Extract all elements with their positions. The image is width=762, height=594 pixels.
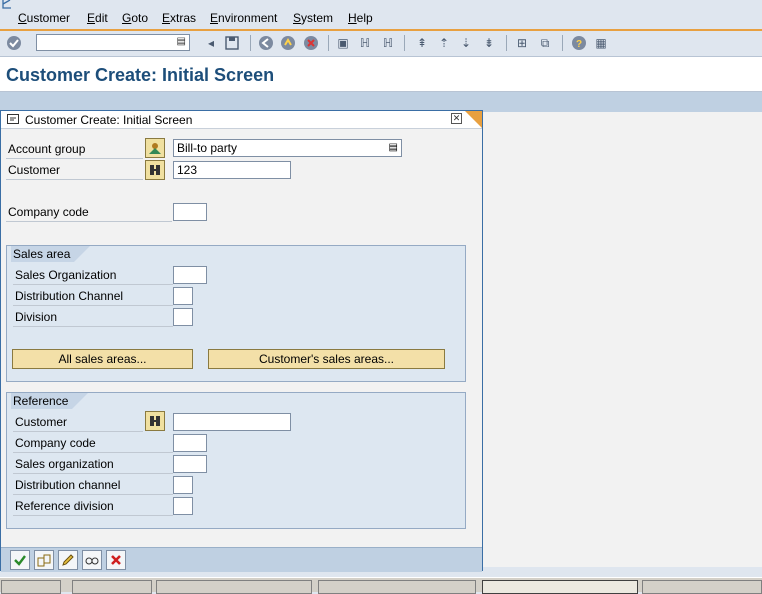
help-icon[interactable]: ? (571, 35, 587, 51)
distribution-channel-input[interactable] (173, 287, 193, 305)
ref-customer-input[interactable] (173, 413, 291, 431)
exit-icon[interactable] (280, 35, 296, 51)
company-code-label: Company code (6, 202, 172, 222)
close-icon[interactable]: ✕ (451, 113, 462, 124)
find-icon[interactable]: ℍ (357, 35, 373, 51)
command-field[interactable]: ▤ (36, 34, 190, 51)
customer-value: 123 (177, 163, 198, 177)
toolbar-separator (506, 35, 507, 51)
taskbar-item[interactable] (642, 580, 762, 594)
application-toolbar (0, 92, 762, 112)
sap-window-icon[interactable] (2, 0, 16, 10)
back-icon[interactable] (258, 35, 274, 51)
distribution-channel-label: Distribution Channel (13, 286, 173, 306)
ref-division-label: Reference division (13, 496, 173, 516)
title-bar: Customer Create: Initial Screen (0, 57, 762, 92)
toolbar-separator (562, 35, 563, 51)
create-session-icon[interactable]: ⊞ (514, 35, 530, 51)
sales-area-title: Sales area (11, 246, 91, 262)
glasses-icon[interactable] (82, 550, 102, 570)
start-button[interactable] (1, 580, 61, 594)
account-group-label: Account group (6, 139, 143, 159)
dropdown-icon[interactable]: ▤ (177, 36, 186, 47)
enter-icon[interactable] (6, 35, 22, 51)
menu-goto[interactable]: Goto (122, 11, 148, 25)
ref-company-code-label: Company code (13, 433, 173, 453)
dialog-button-bar (1, 547, 482, 572)
toolbar-separator (250, 35, 251, 51)
cancel-icon[interactable] (106, 550, 126, 570)
ref-sales-organization-label: Sales organization (13, 454, 173, 474)
reference-title: Reference (11, 393, 89, 409)
account-group-select[interactable]: Bill-to party ▤ (173, 139, 402, 157)
dialog-corner-decoration (465, 111, 482, 128)
ref-distribution-channel-label: Distribution channel (13, 475, 173, 495)
taskbar-item[interactable] (482, 580, 638, 594)
page-title: Customer Create: Initial Screen (6, 65, 275, 85)
ref-sales-organization-input[interactable] (173, 455, 207, 473)
reference-group: Reference Customer Company code Sales or… (6, 392, 466, 529)
choose-icon[interactable] (34, 550, 54, 570)
ref-distribution-channel-input[interactable] (173, 476, 193, 494)
standard-toolbar: ▤ ◂ ▣ ℍ ℍ ⇞ ⇡ ⇣ ⇟ ⊞ ⧉ ? ▦ (0, 31, 762, 57)
taskbar-item[interactable] (318, 580, 476, 594)
toolbar-separator (328, 35, 329, 51)
dialog-titlebar: Customer Create: Initial Screen ✕ (1, 111, 482, 129)
toolbar-separator (404, 35, 405, 51)
quick-launch[interactable] (72, 580, 152, 594)
menu-extras[interactable]: Extras (162, 11, 196, 25)
account-group-search-icon[interactable] (145, 138, 165, 158)
menu-help[interactable]: Help (348, 11, 373, 25)
ref-customer-label: Customer (13, 412, 143, 432)
first-page-icon[interactable]: ⇞ (414, 35, 430, 51)
division-input[interactable] (173, 308, 193, 326)
cancel-icon[interactable] (303, 35, 319, 51)
dropdown-icon[interactable]: ▤ (389, 140, 398, 156)
division-label: Division (13, 307, 173, 327)
edit-icon[interactable] (58, 550, 78, 570)
shortcut-icon[interactable]: ⧉ (537, 35, 553, 51)
ref-customer-search-icon[interactable] (145, 411, 165, 431)
os-taskbar (0, 577, 762, 594)
sales-organization-input[interactable] (173, 266, 207, 284)
menu-system[interactable]: System (293, 11, 333, 25)
continue-icon[interactable] (10, 550, 30, 570)
dialog-title: Customer Create: Initial Screen (25, 113, 193, 127)
customer-label: Customer (6, 160, 143, 180)
company-code-input[interactable] (173, 203, 207, 221)
taskbar-item[interactable] (156, 580, 312, 594)
dialog-icon (7, 114, 19, 124)
customer-search-icon[interactable] (145, 160, 165, 180)
customers-sales-areas-button[interactable]: Customer's sales areas... (208, 349, 445, 369)
ref-company-code-input[interactable] (173, 434, 207, 452)
save-icon[interactable] (224, 35, 240, 51)
ref-division-input[interactable] (173, 497, 193, 515)
sales-area-group: Sales area Sales Organization Distributi… (6, 245, 466, 382)
find-next-icon[interactable]: ℍ (380, 35, 396, 51)
initial-screen-dialog: Customer Create: Initial Screen ✕ Accoun… (0, 110, 483, 572)
svg-text:?: ? (576, 39, 582, 50)
print-icon[interactable]: ▣ (335, 35, 351, 51)
layout-icon[interactable]: ▦ (593, 35, 609, 51)
last-page-icon[interactable]: ⇟ (481, 35, 497, 51)
sales-organization-label: Sales Organization (13, 265, 173, 285)
menu-bar: Customer Edit Goto Extras Environment Sy… (0, 0, 762, 31)
menu-customer[interactable]: Customer (18, 11, 70, 25)
customer-input[interactable]: 123 (173, 161, 291, 179)
menu-environment[interactable]: Environment (210, 11, 277, 25)
all-sales-areas-button[interactable]: All sales areas... (12, 349, 193, 369)
account-group-value: Bill-to party (177, 141, 238, 155)
menu-edit[interactable]: Edit (87, 11, 108, 25)
arrow-left-icon[interactable]: ◂ (203, 35, 219, 51)
next-page-icon[interactable]: ⇣ (458, 35, 474, 51)
previous-page-icon[interactable]: ⇡ (436, 35, 452, 51)
